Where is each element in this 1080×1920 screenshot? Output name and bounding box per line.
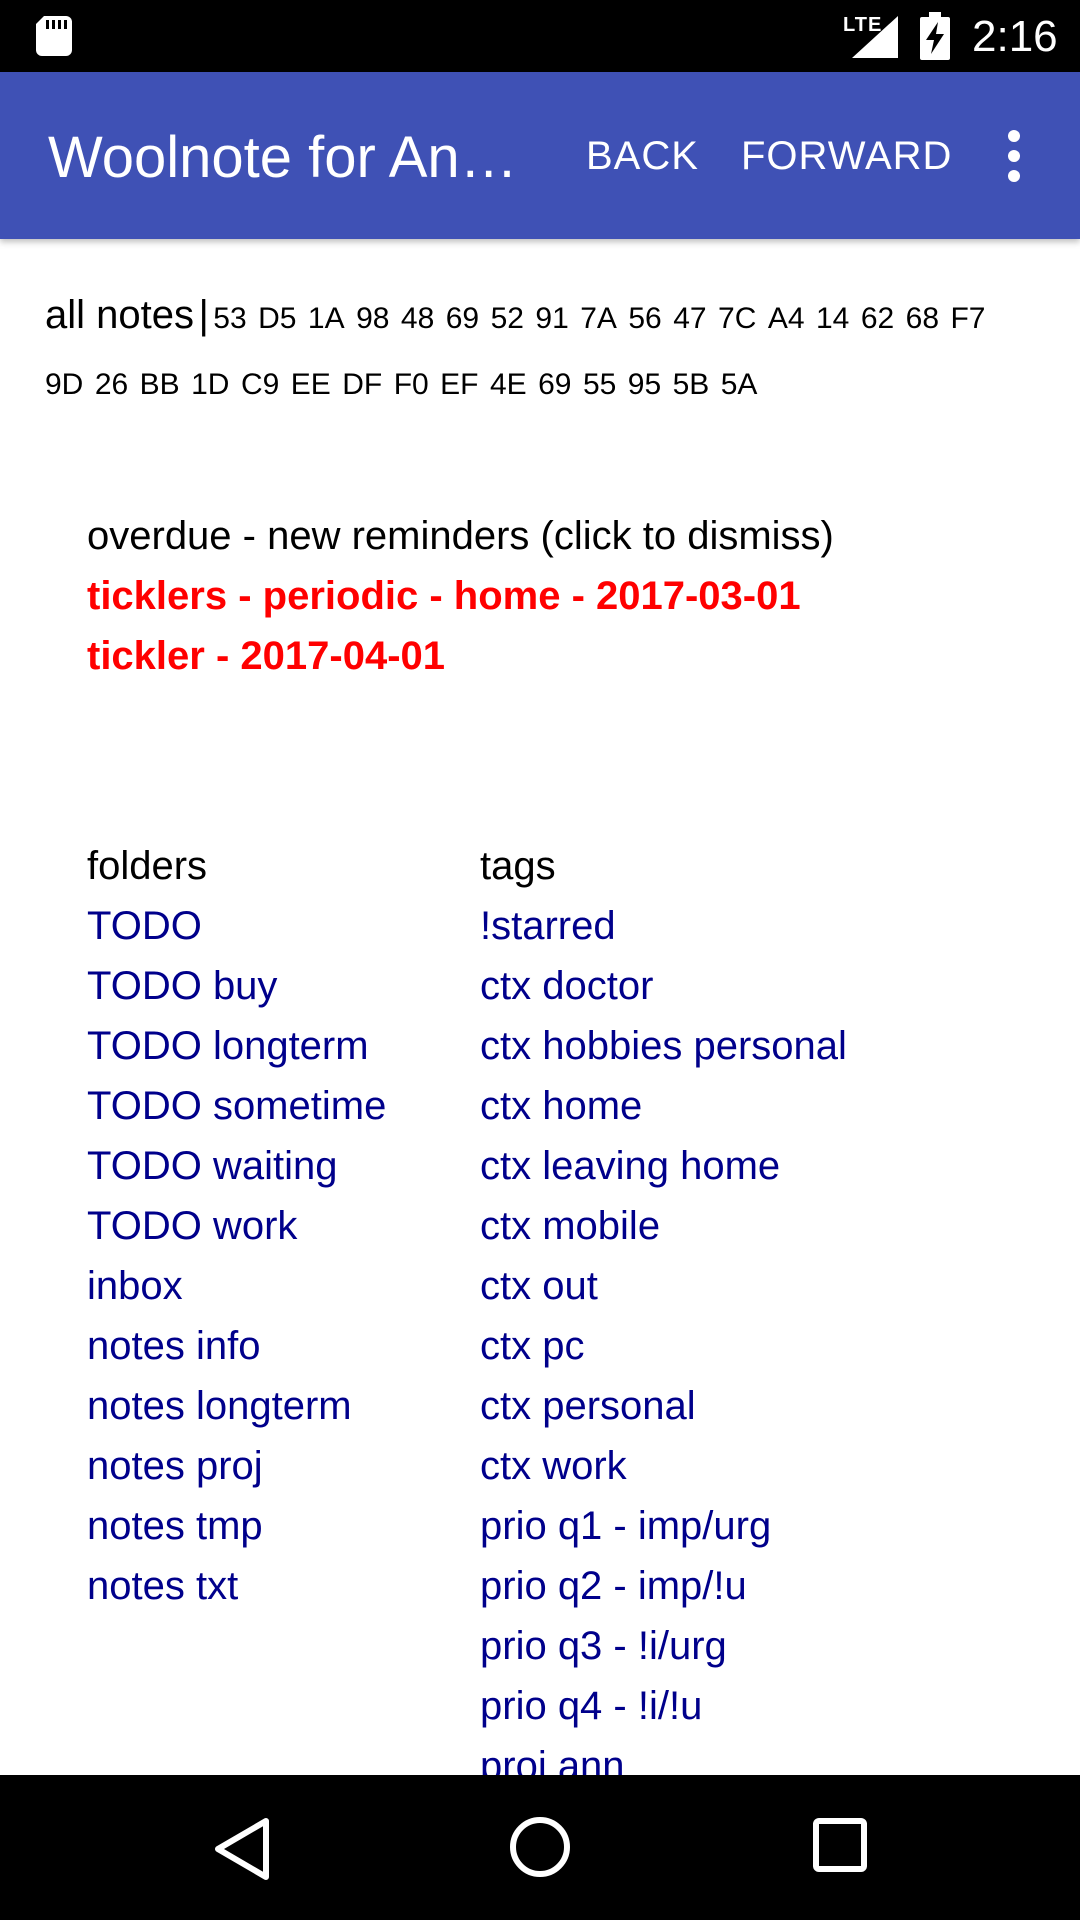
battery-charging-icon: [920, 12, 950, 60]
tag-link[interactable]: prio q2 - imp/!u: [480, 1556, 847, 1616]
tag-link[interactable]: ctx pc: [480, 1316, 847, 1376]
note-id-link[interactable]: 91: [535, 302, 568, 335]
navigation-bar: [0, 1775, 1080, 1920]
tag-link[interactable]: ctx doctor: [480, 956, 847, 1016]
tags-column: tags !starred ctx doctor ctx hobbies perso…: [480, 836, 847, 1775]
note-id-link[interactable]: 1D: [191, 368, 229, 401]
folders-column: folders TODO TODO buy TODO longterm TODO so…: [87, 836, 386, 1616]
note-id-link[interactable]: EE: [291, 368, 331, 401]
signal-icon: [852, 16, 898, 58]
tag-link[interactable]: proj ann: [480, 1736, 847, 1775]
folder-list: TODO TODO buy TODO longterm TODO sometime TO…: [87, 896, 386, 1616]
more-vert-icon[interactable]: [1000, 130, 1028, 186]
app-title: Woolnote for An…: [48, 125, 518, 190]
note-id-link[interactable]: 56: [628, 302, 661, 335]
folder-link[interactable]: notes txt: [87, 1556, 386, 1616]
separator: |: [198, 293, 209, 337]
folders-heading: folders: [87, 844, 208, 888]
sd-card-icon: [36, 16, 72, 56]
nav-back-icon[interactable]: [210, 1815, 274, 1883]
note-id-link[interactable]: 1A: [308, 302, 345, 335]
tag-link[interactable]: ctx out: [480, 1256, 847, 1316]
nav-home-icon[interactable]: [508, 1815, 572, 1879]
tag-list: !starred ctx doctor ctx hobbies personal ct…: [480, 896, 847, 1775]
note-id-link[interactable]: 7C: [718, 302, 756, 335]
note-id-link[interactable]: 95: [628, 368, 661, 401]
note-id-link[interactable]: 98: [356, 302, 389, 335]
note-id-link[interactable]: F0: [394, 368, 429, 401]
note-id-link[interactable]: 69: [538, 368, 571, 401]
note-id-link[interactable]: BB: [140, 368, 180, 401]
tag-link[interactable]: ctx mobile: [480, 1196, 847, 1256]
all-notes-link[interactable]: all notes: [45, 293, 194, 337]
note-id-link[interactable]: 14: [816, 302, 849, 335]
page-content: all notes | 53 D5 1A 98 48 69 52 91 7A 5…: [0, 239, 1080, 1775]
folder-link[interactable]: notes longterm: [87, 1376, 386, 1436]
note-id-link[interactable]: 4E: [490, 368, 527, 401]
reminder-link[interactable]: tickler - 2017-04-01: [87, 626, 834, 686]
note-id-link[interactable]: F7: [950, 302, 985, 335]
folder-link[interactable]: TODO work: [87, 1196, 386, 1256]
tag-link[interactable]: prio q3 - !i/urg: [480, 1616, 847, 1676]
tags-heading: tags: [480, 844, 556, 888]
status-clock: 2:16: [972, 12, 1058, 61]
note-id-link[interactable]: A4: [768, 302, 805, 335]
tag-link[interactable]: ctx leaving home: [480, 1136, 847, 1196]
forward-button[interactable]: FORWARD: [741, 134, 952, 179]
app-bar: Woolnote for An… BACK FORWARD: [0, 72, 1080, 239]
note-id-link[interactable]: 55: [583, 368, 616, 401]
note-id-link[interactable]: 5A: [721, 368, 758, 401]
note-id-link[interactable]: 47: [673, 302, 706, 335]
tag-link[interactable]: prio q4 - !i/!u: [480, 1676, 847, 1736]
reminder-list: ticklers - periodic - home - 2017-03-01 t…: [87, 566, 834, 686]
nav-recents-icon[interactable]: [812, 1817, 868, 1873]
tag-link[interactable]: !starred: [480, 896, 847, 956]
note-id-link[interactable]: EF: [440, 368, 478, 401]
tag-link[interactable]: ctx personal: [480, 1376, 847, 1436]
note-id-line: all notes | 53 D5 1A 98 48 69 52 91 7A 5…: [45, 285, 1035, 420]
note-id-link[interactable]: 68: [906, 302, 939, 335]
folder-link[interactable]: notes proj: [87, 1436, 386, 1496]
tag-link[interactable]: ctx home: [480, 1076, 847, 1136]
note-id-link[interactable]: 69: [446, 302, 479, 335]
folder-link[interactable]: TODO longterm: [87, 1016, 386, 1076]
note-id-link[interactable]: 26: [95, 368, 128, 401]
reminder-link[interactable]: ticklers - periodic - home - 2017-03-01: [87, 566, 834, 626]
folder-link[interactable]: inbox: [87, 1256, 386, 1316]
folder-link[interactable]: notes info: [87, 1316, 386, 1376]
folder-link[interactable]: notes tmp: [87, 1496, 386, 1556]
note-id-link[interactable]: 52: [491, 302, 524, 335]
note-id-link[interactable]: C9: [241, 368, 279, 401]
back-button[interactable]: BACK: [586, 134, 699, 179]
tag-link[interactable]: ctx hobbies personal: [480, 1016, 847, 1076]
tag-link[interactable]: ctx work: [480, 1436, 847, 1496]
note-id-link[interactable]: 7A: [580, 302, 617, 335]
note-id-link[interactable]: 48: [401, 302, 434, 335]
reminders-section: overdue - new reminders (click to dismis…: [87, 506, 834, 686]
reminders-title[interactable]: overdue - new reminders (click to dismis…: [87, 506, 834, 566]
note-id-link[interactable]: DF: [342, 368, 382, 401]
folder-link[interactable]: TODO: [87, 896, 386, 956]
note-id-link[interactable]: 9D: [45, 368, 83, 401]
tag-link[interactable]: prio q1 - imp/urg: [480, 1496, 847, 1556]
note-id-link[interactable]: 53: [213, 302, 246, 335]
folder-link[interactable]: TODO waiting: [87, 1136, 386, 1196]
note-id-link[interactable]: 5B: [673, 368, 710, 401]
note-id-link[interactable]: D5: [258, 302, 296, 335]
folder-link[interactable]: TODO buy: [87, 956, 386, 1016]
note-id-link[interactable]: 62: [861, 302, 894, 335]
folder-link[interactable]: TODO sometime: [87, 1076, 386, 1136]
status-bar: LTE 2:16: [0, 0, 1080, 72]
